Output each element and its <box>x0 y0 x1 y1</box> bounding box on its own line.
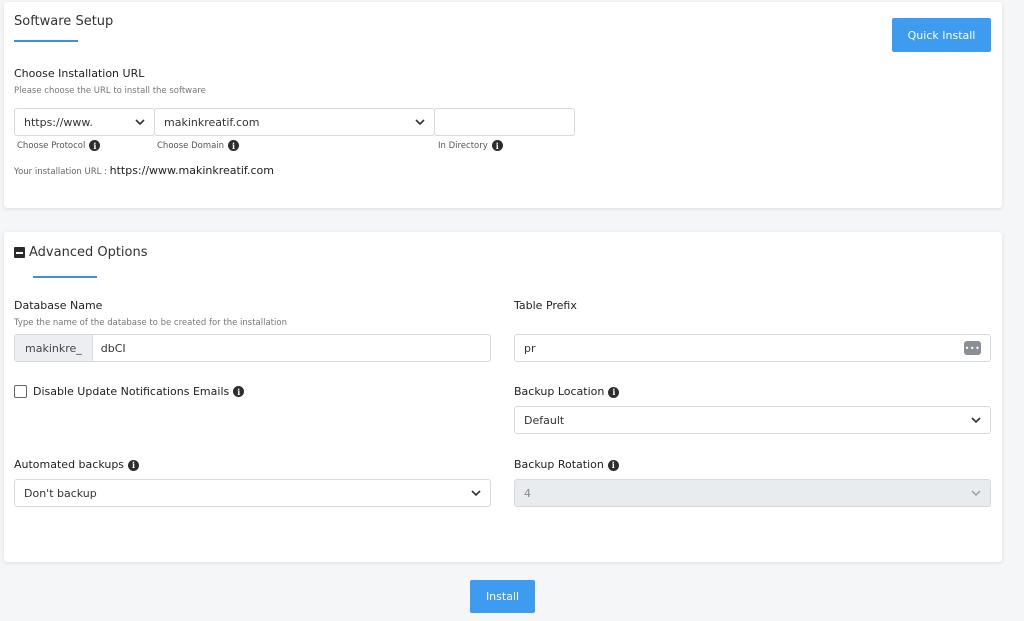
install-url-label: Your installation URL : <box>14 167 107 177</box>
automated-backups-value: Don't backup <box>24 486 97 500</box>
chevron-down-icon <box>971 415 981 425</box>
protocol-label: Choose Protocol i <box>17 140 101 151</box>
install-button[interactable]: Install <box>470 580 535 613</box>
chevron-down-icon <box>471 488 481 498</box>
info-icon[interactable]: i <box>228 140 240 151</box>
section-title: Software Setup <box>14 14 114 29</box>
domain-label: Choose Domain i <box>157 140 240 151</box>
directory-label: In Directory i <box>438 140 503 151</box>
chevron-down-icon <box>415 117 425 127</box>
backup-location-select[interactable]: Default <box>514 406 991 434</box>
db-name-input[interactable]: dbCI <box>93 342 126 355</box>
url-hint: Please choose the URL to install the sof… <box>14 86 206 96</box>
installation-url: Your installation URL : https://www.maki… <box>14 164 274 177</box>
disable-notifications-row: Disable Update Notifications Emails i <box>14 385 245 398</box>
disable-notifications-label: Disable Update Notifications Emails <box>33 385 230 398</box>
db-prefix-addon: makinkre_ <box>15 335 93 361</box>
db-name-label: Database Name <box>14 299 103 312</box>
automated-backups-label-text: Automated backups <box>14 458 125 471</box>
protocol-label-text: Choose Protocol <box>17 141 86 151</box>
title-underline <box>33 276 97 278</box>
quick-install-button[interactable]: Quick Install <box>892 18 991 52</box>
title-underline <box>14 40 78 42</box>
info-icon[interactable]: i <box>233 386 245 397</box>
backup-rotation-label-text: Backup Rotation <box>514 458 604 471</box>
table-prefix-label: Table Prefix <box>514 299 577 312</box>
domain-label-text: Choose Domain <box>157 141 225 151</box>
info-icon[interactable]: i <box>89 140 101 151</box>
domain-select[interactable]: makinkreatif.com <box>154 108 435 136</box>
install-url-value: https://www.makinkreatif.com <box>109 164 274 177</box>
protocol-value: https://www. <box>24 115 93 129</box>
backup-rotation-value: 4 <box>524 486 531 500</box>
info-icon[interactable]: i <box>607 459 619 471</box>
table-prefix-input[interactable]: pr ••• <box>514 334 991 362</box>
disable-notifications-checkbox[interactable] <box>14 385 27 398</box>
directory-label-text: In Directory <box>438 141 488 151</box>
collapse-icon <box>14 247 25 258</box>
advanced-options-toggle[interactable]: Advanced Options <box>14 245 148 260</box>
info-icon[interactable]: i <box>608 386 620 398</box>
info-icon[interactable]: i <box>491 140 503 151</box>
more-icon[interactable]: ••• <box>964 341 981 355</box>
automated-backups-label: Automated backups i <box>14 458 140 471</box>
advanced-options-panel: Advanced Options Database Name Type the … <box>4 232 1002 562</box>
automated-backups-select[interactable]: Don't backup <box>14 479 491 507</box>
db-name-hint: Type the name of the database to be crea… <box>14 318 287 328</box>
backup-rotation-label: Backup Rotation i <box>514 458 619 471</box>
backup-rotation-select: 4 <box>514 479 991 507</box>
chevron-down-icon <box>135 117 145 127</box>
db-name-input-group: makinkre_ dbCI <box>14 334 491 362</box>
url-heading: Choose Installation URL <box>14 67 145 80</box>
backup-location-label: Backup Location i <box>514 385 620 398</box>
domain-value: makinkreatif.com <box>164 115 260 129</box>
backup-location-label-text: Backup Location <box>514 385 605 398</box>
chevron-down-icon <box>971 488 981 498</box>
protocol-select[interactable]: https://www. <box>14 108 155 136</box>
backup-location-value: Default <box>524 413 565 427</box>
directory-input[interactable] <box>434 108 575 136</box>
software-setup-panel: Software Setup Quick Install Choose Inst… <box>4 2 1002 208</box>
advanced-title: Advanced Options <box>29 245 148 260</box>
info-icon[interactable]: i <box>128 459 140 471</box>
table-prefix-value: pr <box>524 341 536 355</box>
